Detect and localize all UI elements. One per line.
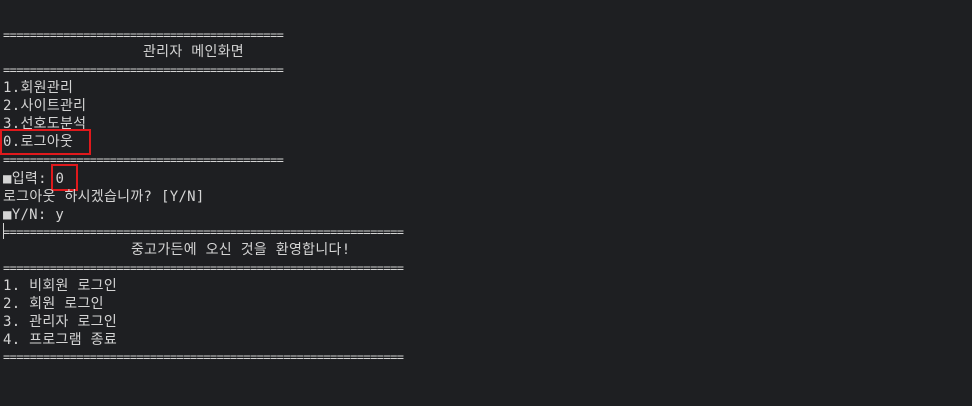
separator-rule: ========================================… bbox=[3, 225, 404, 239]
yn-prompt: ■Y/N: y bbox=[3, 206, 64, 224]
separator-rule: ========================================… bbox=[3, 153, 284, 167]
main-menu-item-exit: 4. 프로그램 종료 bbox=[3, 332, 117, 348]
yn-prompt-label: ■Y/N: bbox=[3, 207, 56, 223]
admin-menu-item-members: 1.회원관리 bbox=[3, 80, 74, 96]
separator-rule: ========================================… bbox=[3, 350, 404, 364]
separator-rule: ========================================… bbox=[3, 261, 404, 275]
terminal-window[interactable]: ========================================… bbox=[0, 0, 972, 406]
main-menu-item-guest-login: 1. 비회원 로그인 bbox=[3, 278, 117, 294]
admin-menu-item-site: 2.사이트관리 bbox=[3, 98, 87, 114]
highlight-box-input bbox=[51, 164, 78, 191]
separator-rule: ========================================… bbox=[3, 28, 284, 42]
logout-confirm-question: 로그아웃 하시겠습니까? [Y/N] bbox=[3, 189, 205, 205]
main-menu-title: 중고가든에 오신 것을 환영합니다! bbox=[131, 242, 351, 258]
separator-rule: ========================================… bbox=[3, 63, 284, 77]
main-menu-item-member-login: 2. 회원 로그인 bbox=[3, 296, 104, 312]
input-prompt-label: ■입력: bbox=[3, 171, 56, 187]
admin-menu-title: 관리자 메인화면 bbox=[143, 44, 244, 60]
main-menu-item-admin-login: 3. 관리자 로그인 bbox=[3, 314, 117, 330]
yn-input-value[interactable]: y bbox=[55, 207, 64, 223]
highlight-box-logout bbox=[0, 129, 91, 155]
